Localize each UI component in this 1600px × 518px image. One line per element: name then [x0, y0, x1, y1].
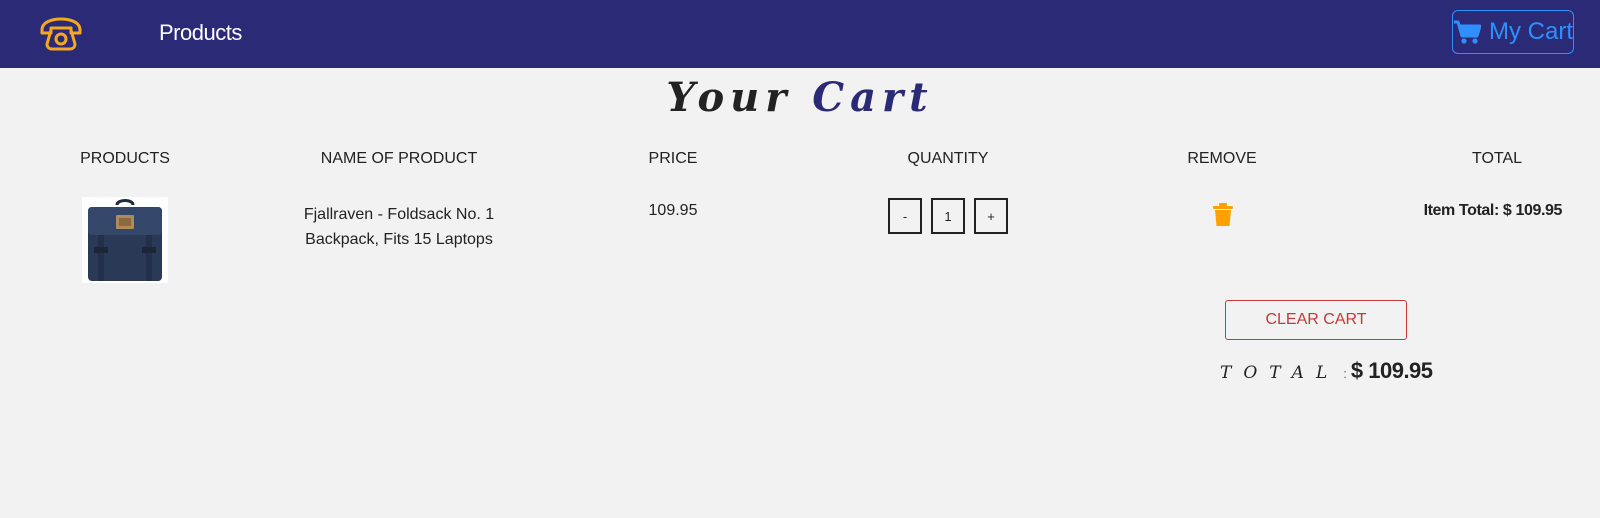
increment-button[interactable]: + — [974, 198, 1008, 234]
my-cart-label: My Cart — [1489, 18, 1573, 45]
my-cart-button[interactable]: My Cart — [1452, 10, 1574, 54]
page-title: Your Cart — [0, 74, 1600, 121]
total-label: TOTAL — [1220, 363, 1340, 383]
clear-cart-button[interactable]: CLEAR CART — [1225, 300, 1407, 340]
header-quantity: QUANTITY — [907, 150, 989, 167]
nav-products-link[interactable]: Products — [159, 20, 242, 46]
trash-icon[interactable] — [1212, 203, 1234, 227]
total-value: $ 109.95 — [1350, 358, 1433, 383]
header-products: PRODUCTS — [80, 150, 170, 167]
header-price: PRICE — [648, 150, 698, 167]
item-total: Item Total: $ 109.95 — [1423, 202, 1563, 219]
backpack-image — [82, 197, 168, 283]
header-remove: REMOVE — [1187, 150, 1257, 167]
decrement-button[interactable]: - — [888, 198, 922, 234]
cart-icon — [1454, 20, 1481, 44]
grand-total: TOTAL : $ 109.95 — [1220, 358, 1433, 384]
navbar: Products My Cart — [0, 0, 1600, 68]
header-name-of-product: NAME OF PRODUCT — [320, 150, 478, 167]
page-title-word1: Your — [666, 74, 793, 121]
total-separator: : — [1343, 366, 1347, 381]
page-title-word2: Cart — [812, 74, 934, 121]
phone-icon[interactable] — [38, 16, 84, 52]
header-total: TOTAL — [1471, 150, 1523, 167]
quantity-value: 1 — [931, 198, 965, 234]
product-name[interactable]: Fjallraven - Foldsack No. 1 Backpack, Fi… — [269, 202, 529, 252]
product-price: 109.95 — [648, 202, 698, 219]
